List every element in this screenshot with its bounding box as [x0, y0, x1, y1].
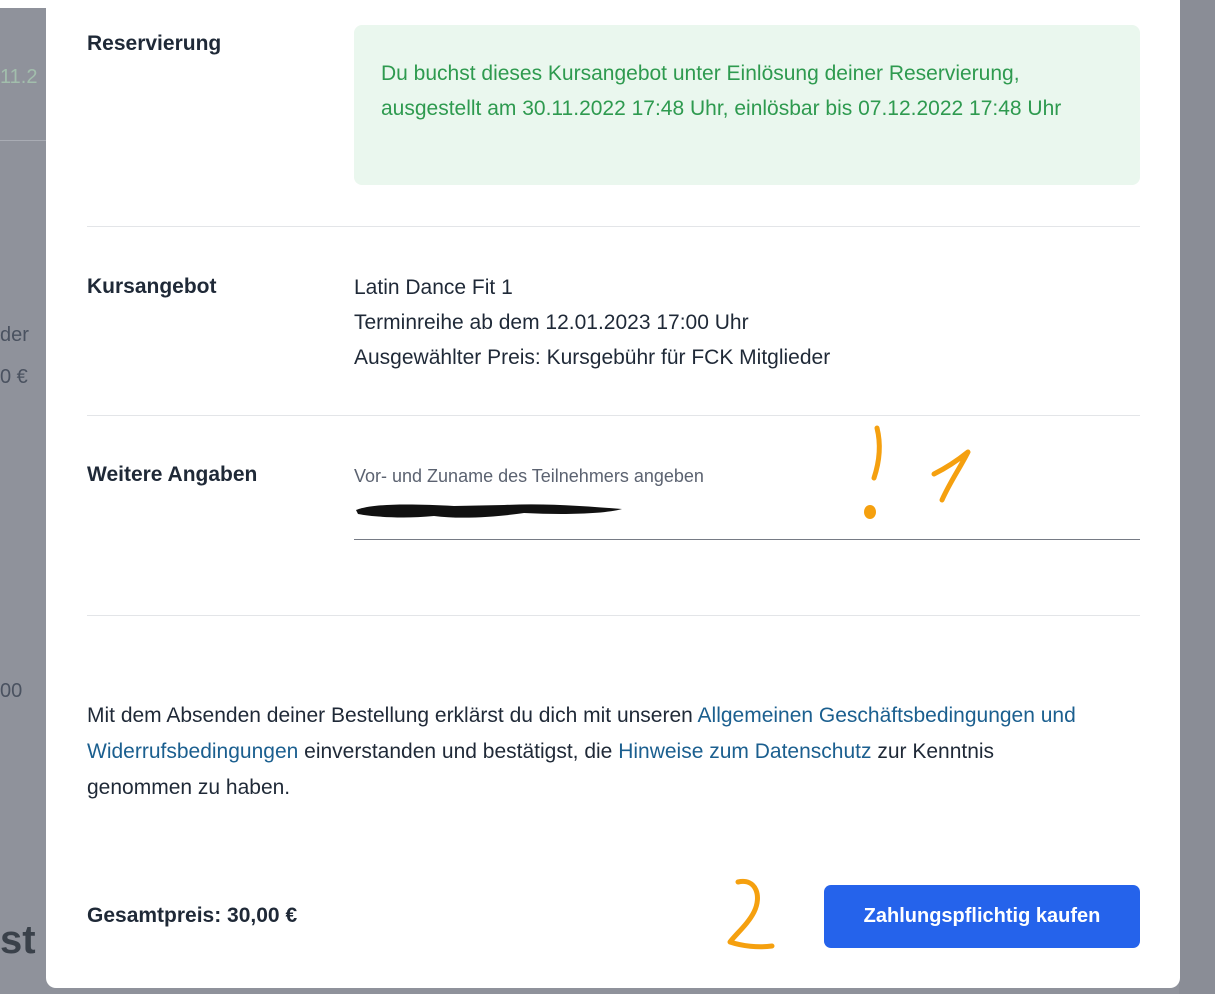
terms-middle: einverstanden und bestätigst, die: [298, 740, 619, 763]
backdrop-right-edge: [1179, 0, 1215, 994]
annotation-number-2: [727, 878, 775, 950]
course-label: Kursangebot: [87, 275, 217, 298]
buy-button[interactable]: Zahlungspflichtig kaufen: [824, 885, 1140, 948]
terms-text: Mit dem Absenden deiner Bestellung erklä…: [87, 698, 1087, 806]
privacy-link[interactable]: Hinweise zum Datenschutz: [618, 740, 871, 763]
backdrop-divider: [0, 140, 46, 141]
course-details: Latin Dance Fit 1 Terminreihe ab dem 12.…: [354, 270, 830, 375]
reservation-notice: Du buchst dieses Kursangebot unter Einlö…: [354, 25, 1140, 185]
participant-name-field[interactable]: Vor- und Zuname des Teilnehmers angeben: [354, 462, 1140, 540]
backdrop-text: 00: [0, 680, 23, 702]
backdrop-text: der: [0, 324, 29, 346]
terms-intro: Mit dem Absenden deiner Bestellung erklä…: [87, 704, 698, 727]
divider: [87, 226, 1140, 227]
course-schedule: Terminreihe ab dem 12.01.2023 17:00 Uhr: [354, 311, 749, 334]
course-name: Latin Dance Fit 1: [354, 276, 513, 299]
participant-name-label: Vor- und Zuname des Teilnehmers angeben: [354, 466, 704, 486]
redacted-name-value: [356, 504, 622, 518]
reservation-label: Reservierung: [87, 32, 222, 55]
divider: [87, 415, 1140, 416]
participant-name-underline: [354, 539, 1140, 540]
backdrop-text: st: [0, 918, 36, 962]
checkout-modal: Reservierung Du buchst dieses Kursangebo…: [46, 0, 1180, 988]
details-label: Weitere Angaben: [87, 463, 258, 486]
backdrop-text: 0 €: [0, 366, 28, 388]
divider: [87, 615, 1140, 616]
total-price: Gesamtpreis: 30,00 €: [87, 904, 298, 927]
backdrop-text: 11.2: [0, 66, 38, 88]
course-price: Ausgewählter Preis: Kursgebühr für FCK M…: [354, 346, 831, 369]
